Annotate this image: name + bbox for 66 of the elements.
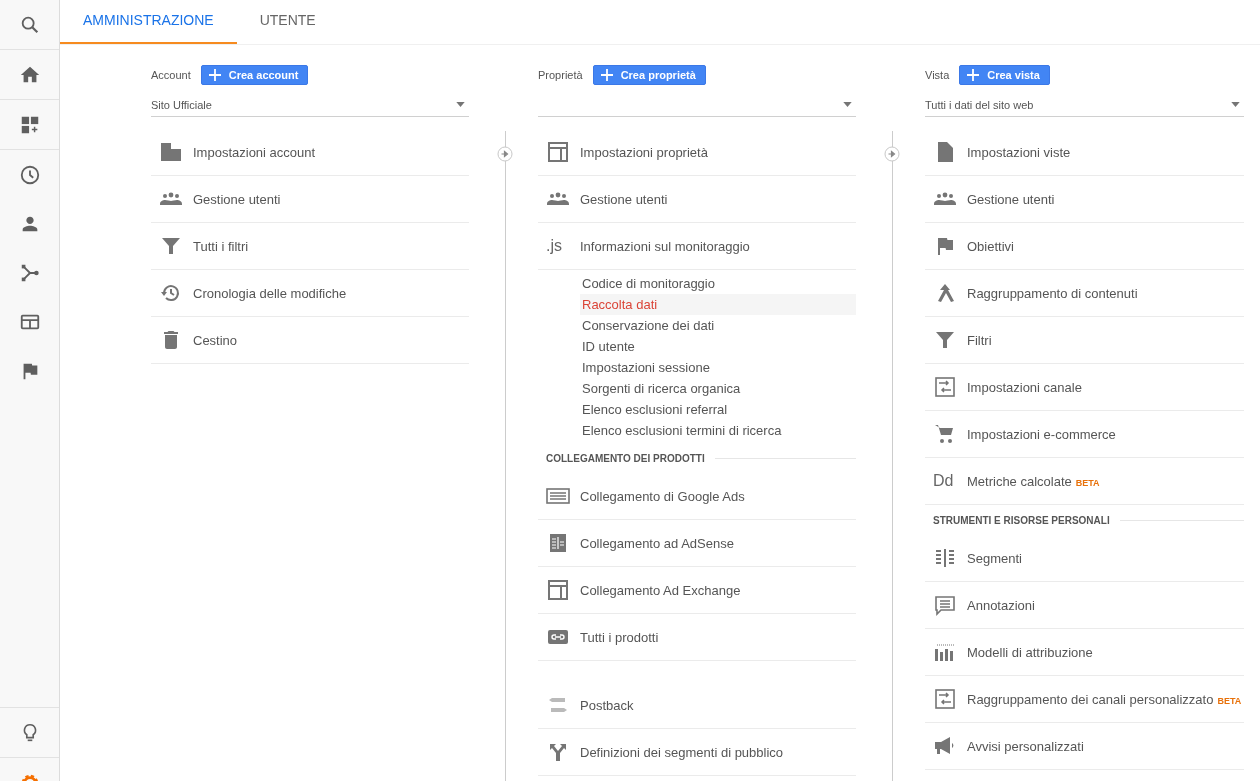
menu-item-link[interactable]: Collegamento Ad Exchange <box>580 582 741 598</box>
menu-item-link[interactable]: Gestione utenti <box>193 191 281 207</box>
tab[interactable]: AMMINISTRAZIONE <box>60 0 237 44</box>
menu-item-link[interactable]: Impostazioni account <box>193 144 316 160</box>
menu-item-link[interactable]: Annotazioni <box>967 597 1035 613</box>
submenu-item[interactable]: Elenco esclusioni termini di ricerca <box>580 420 856 441</box>
icon-text: Dd <box>933 472 954 490</box>
create-button[interactable]: Crea vista <box>959 65 1050 85</box>
caret-icon <box>1231 102 1240 107</box>
menu-item-link[interactable]: Informazioni sul monitoraggio <box>580 238 750 254</box>
caret-icon <box>456 102 465 107</box>
menu-item-link[interactable]: Definizioni dei segmenti di pubblico <box>580 744 784 760</box>
submenu-item[interactable]: Conservazione dei dati <box>580 315 856 336</box>
submenu-item[interactable]: Impostazioni sessione <box>580 357 856 378</box>
submenu-item[interactable]: Sorgenti di ricerca organica <box>580 378 856 399</box>
menu-item-link[interactable]: Collegamento ad AdSense <box>580 535 734 551</box>
menu-item-link[interactable]: Impostazioni viste <box>967 144 1071 160</box>
panel-icon <box>546 578 570 602</box>
tab[interactable]: UTENTE <box>236 0 339 44</box>
menu-item-link[interactable]: Segmenti <box>967 550 1022 566</box>
clock-icon[interactable] <box>18 163 41 186</box>
menu-item-link[interactable]: Cestino <box>193 332 238 348</box>
menu-item-link[interactable]: Raggruppamento dei canali personalizzato <box>967 691 1214 707</box>
arrow-circle-icon <box>884 146 900 162</box>
menu-item-link[interactable]: Collegamento di Google Ads <box>580 488 745 504</box>
plus-icon <box>208 69 221 81</box>
menu-item-link[interactable]: Metriche calcolate <box>967 473 1072 489</box>
icon-text: .js <box>546 237 562 255</box>
section-heading: STRUMENTI E RISORSE PERSONALI <box>933 514 1110 526</box>
menu-item-link[interactable]: Impostazioni canale <box>967 379 1082 395</box>
beta-label: BETA <box>1217 695 1242 706</box>
segments-icon <box>933 546 957 570</box>
menu-item-link[interactable]: Filtri <box>967 332 992 348</box>
submenu-item[interactable]: Elenco esclusioni referral <box>580 399 856 420</box>
submenu-item[interactable]: Raccolta dati <box>580 294 856 315</box>
submenu-item[interactable]: ID utente <box>580 336 856 357</box>
swap-box-icon <box>933 687 957 711</box>
menu-item-link[interactable]: Raggruppamento di contenuti <box>967 285 1138 301</box>
column-label: Proprietà <box>538 69 583 81</box>
menu-item-link[interactable]: Tutti i filtri <box>193 238 249 254</box>
menu-item-link[interactable]: Avvisi personalizzati <box>967 738 1084 754</box>
menu-item-link[interactable]: Gestione utenti <box>580 191 668 207</box>
menu-item-link[interactable]: Gestione utenti <box>967 191 1055 207</box>
section-heading: COLLEGAMENTO DEI PRODOTTI <box>546 452 705 464</box>
menu-item-link[interactable]: Postback <box>580 697 634 713</box>
menu-item-link[interactable]: Tutti i prodotti <box>580 629 659 645</box>
plus-icon <box>600 69 613 81</box>
dropdown[interactable]: Tutti i dati del sito web <box>925 93 1244 117</box>
submenu-item[interactable]: Codice di monitoraggio <box>580 273 856 294</box>
menu-item-link[interactable]: Modelli di attribuzione <box>967 644 1093 660</box>
menu-item-link[interactable]: Cronologia delle modifiche <box>193 285 347 301</box>
comment-icon <box>933 593 957 617</box>
plus-icon <box>967 69 980 81</box>
column-label: Account <box>151 69 191 81</box>
create-button[interactable]: Crea account <box>200 65 309 85</box>
dropdown[interactable]: Sito Ufficiale <box>151 93 469 117</box>
beta-label: BETA <box>1075 477 1100 488</box>
arrow-circle-icon <box>497 146 513 162</box>
menu-item-link[interactable]: Impostazioni proprietà <box>580 144 708 160</box>
menu-item-link[interactable]: Obiettivi <box>967 238 1014 254</box>
create-button[interactable]: Crea proprietà <box>592 65 706 85</box>
caret-icon <box>843 102 852 107</box>
menu-item-link[interactable]: Impostazioni e-commerce <box>967 426 1116 442</box>
column-label: Vista <box>925 69 950 81</box>
swap-box-icon <box>933 375 957 399</box>
panel-icon <box>546 140 570 164</box>
